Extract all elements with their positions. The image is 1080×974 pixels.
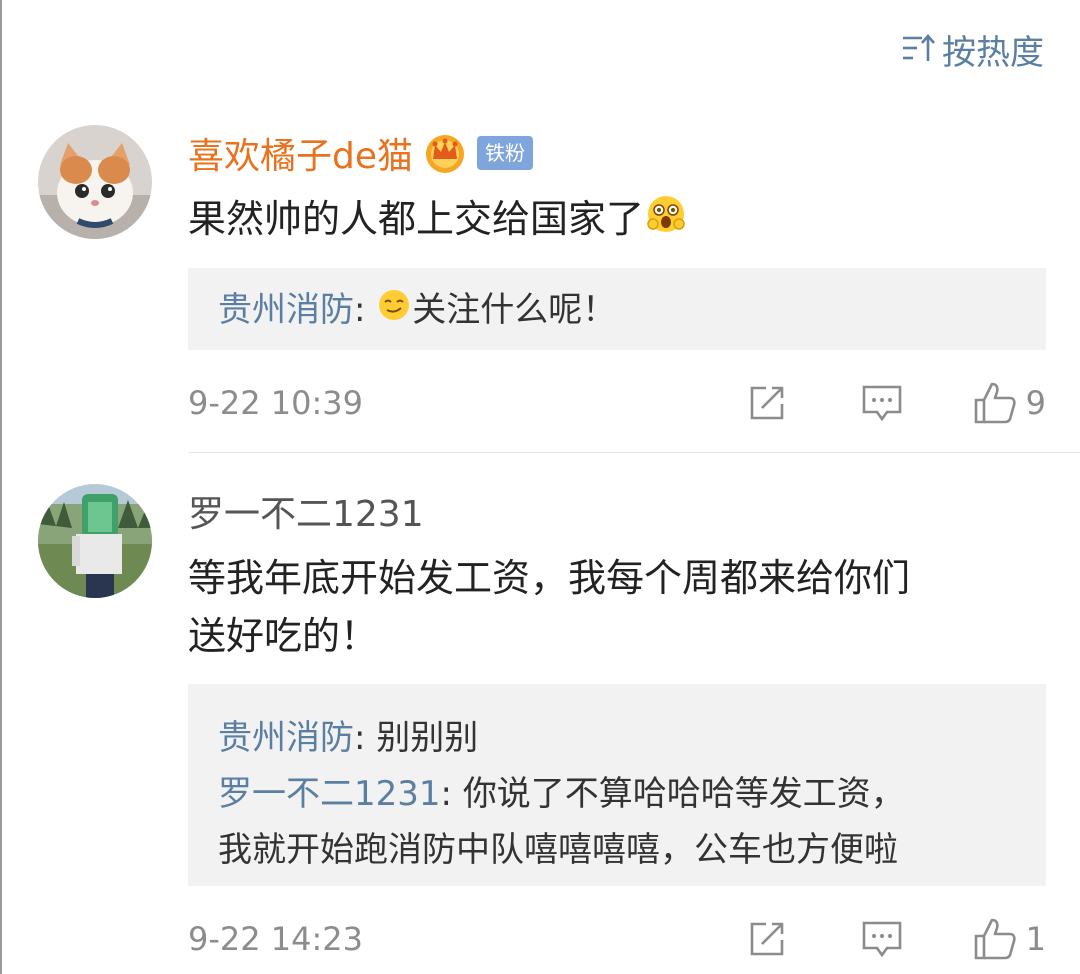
avatar[interactable] (38, 484, 152, 598)
like-count: 1 (1025, 920, 1046, 958)
avatar[interactable] (38, 125, 152, 239)
thumbs-up-icon (974, 918, 1016, 960)
reply-box[interactable]: 贵州消防: 关注什么呢！ (188, 268, 1046, 350)
reply-text: 别别别 (376, 718, 479, 758)
comment-timestamp: 9-22 10:39 (188, 384, 364, 422)
comment-icon (862, 385, 901, 422)
comment-divider (188, 452, 1080, 453)
repost-button[interactable] (746, 382, 788, 424)
username[interactable]: 罗一不二1231 (188, 485, 424, 537)
reply-separator: : (354, 290, 366, 330)
surprised-emoji-icon (644, 192, 688, 252)
reply-username[interactable]: 贵州消防 (218, 718, 354, 758)
comment-text-line-1: 等我年底开始发工资，我每个周都来给你们 (188, 556, 911, 600)
like-button[interactable]: 1 (972, 916, 1046, 962)
reply-separator: : (440, 774, 452, 814)
smirk-emoji-icon (376, 284, 412, 340)
comment-text: 果然帅的人都上交给国家了 (188, 197, 645, 241)
reply-text: 关注什么呢！ (412, 290, 617, 330)
comment-icon (862, 921, 901, 958)
repost-icon (750, 922, 783, 956)
reply-item: 贵州消防: 别别别 (218, 710, 1016, 766)
comment-body: 等我年底开始发工资，我每个周都来给你们 送好吃的！ (188, 549, 1058, 665)
reply-separator: : (354, 718, 366, 758)
like-button[interactable]: 9 (972, 380, 1046, 426)
sort-by-hot-button[interactable]: 按热度 (900, 28, 1044, 73)
repost-button[interactable] (746, 918, 788, 960)
reply-username[interactable]: 贵州消防 (218, 290, 354, 330)
sort-icon (900, 31, 936, 67)
comment-button[interactable] (860, 918, 904, 960)
left-edge-border (0, 0, 2, 974)
comment-button[interactable] (860, 382, 904, 424)
vip-crown-icon (423, 131, 467, 175)
reply-item: 贵州消防: 关注什么呢！ (218, 282, 1016, 340)
comment-body: 果然帅的人都上交给国家了 (188, 190, 1058, 252)
repost-icon (750, 386, 783, 420)
username[interactable]: 喜欢橘子de猫 (188, 127, 413, 179)
reply-text: 你说了不算哈哈哈等发工资， (462, 774, 905, 814)
reply-item: 罗一不二1231: 你说了不算哈哈哈等发工资， (218, 766, 1016, 822)
thumbs-up-icon (974, 382, 1016, 424)
like-count: 9 (1025, 384, 1046, 422)
comment-timestamp: 9-22 14:23 (188, 920, 364, 958)
sort-label: 按热度 (942, 32, 1044, 73)
comment-text-line-2: 送好吃的！ (188, 614, 379, 658)
reply-username[interactable]: 罗一不二1231 (218, 774, 441, 814)
fan-badge: 铁粉 (477, 136, 534, 170)
reply-box[interactable]: 贵州消防: 别别别 罗一不二1231: 你说了不算哈哈哈等发工资， 我就开始跑消… (188, 684, 1046, 886)
reply-text-continued: 我就开始跑消防中队嘻嘻嘻嘻，公车也方便啦 (218, 830, 898, 870)
